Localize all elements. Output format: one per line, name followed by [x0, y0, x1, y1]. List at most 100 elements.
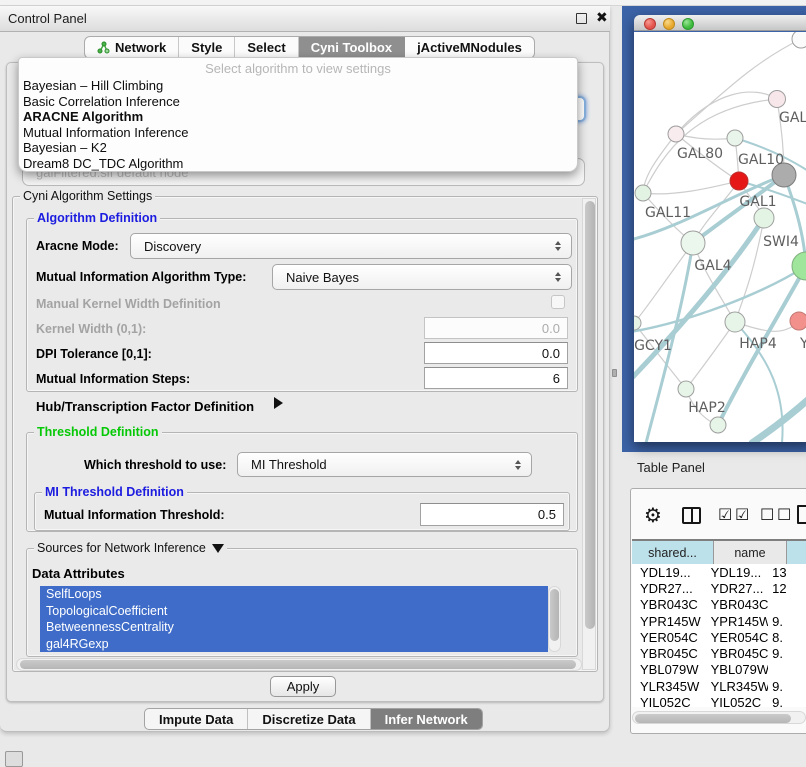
column-header-shared-name[interactable]: shared... — [632, 541, 714, 565]
sources-group-title[interactable]: Sources for Network Inference — [34, 541, 227, 555]
deselect-all-icon[interactable]: ☐ — [777, 505, 791, 525]
algorithm-item[interactable]: Dream8 DC_TDC Algorithm — [23, 156, 577, 172]
app-screen: { "icons": {"gear": "⚙", "checked": "☑",… — [0, 0, 806, 762]
network-node[interactable] — [668, 126, 684, 142]
close-window-button[interactable] — [644, 18, 656, 30]
panel-tab-bar: Network Style Select Cyni Toolbox jActiv… — [84, 36, 535, 59]
algorithm-item-selected[interactable]: ARACNE Algorithm — [23, 109, 577, 125]
scrollbar-thumb[interactable] — [550, 589, 559, 641]
network-node[interactable] — [769, 91, 786, 108]
table-row[interactable]: YDL19...YDL19...13 — [632, 564, 806, 580]
spinner-arrows-icon — [549, 241, 567, 251]
table-cell: YDR27... — [703, 581, 769, 596]
close-icon[interactable]: ✖ — [596, 9, 608, 26]
table-row[interactable]: YBR043CYBR043C — [632, 597, 806, 613]
spinner-arrows-icon — [549, 272, 567, 282]
tab-label: Infer Network — [385, 712, 468, 727]
algorithm-item[interactable]: Mutual Information Inference — [23, 125, 577, 141]
mi-steps-field[interactable]: 6 — [424, 367, 568, 389]
tab-impute-data[interactable]: Impute Data — [145, 709, 248, 729]
network-node[interactable] — [678, 381, 694, 397]
deselect-all-icon[interactable]: ☐ — [760, 505, 774, 525]
network-node[interactable] — [790, 312, 806, 330]
table-horizontal-scrollbar[interactable] — [632, 711, 806, 724]
table-cell: YLR345W — [632, 679, 703, 694]
node-label: HAP2 — [688, 400, 725, 416]
tab-discretize-data[interactable]: Discretize Data — [248, 709, 370, 729]
network-canvas[interactable]: GAL GAL80 GAL10 GAL1 GAL11 SWI4 GAL4 GCY… — [634, 32, 806, 442]
dpi-tolerance-field[interactable]: 0.0 — [424, 342, 568, 364]
table-cell: 9. — [768, 614, 806, 629]
network-node-selected[interactable] — [730, 172, 748, 190]
node-label: GAL80 — [677, 146, 723, 162]
network-node[interactable] — [727, 130, 743, 146]
algorithm-item[interactable]: Bayesian – K2 — [23, 140, 577, 156]
table-row[interactable]: YPR145WYPR145W9. — [632, 613, 806, 629]
scrollbar-thumb[interactable] — [585, 201, 595, 629]
mi-algorithm-type-select[interactable]: Naive Bayes — [272, 264, 572, 290]
mi-threshold-field[interactable]: 0.5 — [420, 503, 564, 526]
tab-infer-network[interactable]: Infer Network — [371, 709, 482, 729]
settings-vertical-scrollbar[interactable] — [582, 198, 596, 670]
attribute-item-selected[interactable]: SelfLoops — [40, 586, 548, 603]
hub-section-label[interactable]: Hub/Transcription Factor Definition — [36, 399, 254, 414]
aracne-mode-select[interactable]: Discovery — [130, 233, 572, 259]
tab-select[interactable]: Select — [235, 37, 298, 58]
scrollbar-thumb[interactable] — [20, 660, 576, 669]
minimize-window-button[interactable] — [663, 18, 675, 30]
export-table-icon[interactable] — [797, 505, 806, 524]
select-all-checked-icon[interactable]: ☑ — [735, 505, 749, 525]
control-panel-titlebar — [0, 6, 610, 32]
which-threshold-select[interactable]: MI Threshold — [237, 452, 532, 477]
tab-cyni-toolbox[interactable]: Cyni Toolbox — [299, 37, 405, 58]
network-node[interactable] — [792, 32, 806, 48]
network-node[interactable] — [710, 417, 726, 433]
kernel-width-field[interactable]: 0.0 — [424, 317, 568, 339]
attribute-list-scrollbar[interactable] — [548, 586, 561, 652]
panel-splitter-handle[interactable] — [612, 369, 617, 377]
network-node[interactable] — [725, 312, 745, 332]
attribute-item-selected[interactable]: BetweennessCentrality — [40, 619, 548, 636]
table-row[interactable]: YBL079WYBL079W — [632, 662, 806, 678]
columns-icon[interactable] — [682, 507, 701, 524]
settings-group-title: Cyni Algorithm Settings — [20, 189, 155, 203]
algorithm-item[interactable]: Bayesian – Hill Climbing — [23, 78, 577, 94]
mi-steps-label: Mutual Information Steps: — [36, 372, 190, 386]
float-window-icon[interactable] — [576, 13, 587, 24]
expand-right-icon[interactable] — [274, 397, 283, 409]
node-label: SWI4 — [763, 234, 799, 250]
select-all-checked-icon[interactable]: ☑ — [718, 505, 732, 525]
network-graph: GAL GAL80 GAL10 GAL1 GAL11 SWI4 GAL4 GCY… — [634, 32, 806, 442]
tab-jactivemnodules[interactable]: jActiveMNodules — [405, 37, 534, 58]
tab-label: Style — [191, 40, 222, 55]
table-row[interactable]: YDR27...YDR27...12 — [632, 580, 806, 596]
column-header-next[interactable]: A — [787, 541, 806, 565]
network-node[interactable] — [635, 185, 651, 201]
network-node[interactable] — [681, 231, 705, 255]
algorithm-item[interactable]: Basic Correlation Inference — [23, 94, 577, 110]
tab-network[interactable]: Network — [85, 37, 179, 58]
manual-kernel-checkbox[interactable] — [551, 295, 565, 309]
attribute-item-selected[interactable]: gal4RGexp — [40, 636, 548, 653]
minimized-panel-icon[interactable] — [5, 751, 23, 767]
tab-style[interactable]: Style — [179, 37, 235, 58]
scrollbar-thumb[interactable] — [635, 714, 791, 723]
network-node[interactable] — [792, 252, 806, 280]
network-window-titlebar[interactable] — [634, 15, 806, 31]
table-row[interactable]: YBR045CYBR045C9. — [632, 645, 806, 661]
settings-horizontal-scrollbar[interactable] — [16, 658, 582, 671]
gear-icon[interactable]: ⚙ — [644, 503, 662, 528]
network-node[interactable] — [634, 316, 641, 330]
table-row[interactable]: YER054CYER054C8. — [632, 629, 806, 645]
apply-label: Apply — [287, 679, 320, 694]
algorithm-definition-title: Algorithm Definition — [34, 211, 160, 225]
network-node[interactable] — [754, 208, 774, 228]
column-header-name[interactable]: name — [714, 541, 787, 565]
zoom-window-button[interactable] — [682, 18, 694, 30]
mi-threshold-value: 0.5 — [538, 507, 563, 522]
tab-label: Select — [247, 40, 285, 55]
apply-button[interactable]: Apply — [270, 676, 336, 697]
attribute-item-selected[interactable]: TopologicalCoefficient — [40, 603, 548, 620]
table-row[interactable]: YIL052CYIL052C9. — [632, 694, 806, 707]
table-row[interactable]: YLR345WYLR345W9. — [632, 678, 806, 694]
